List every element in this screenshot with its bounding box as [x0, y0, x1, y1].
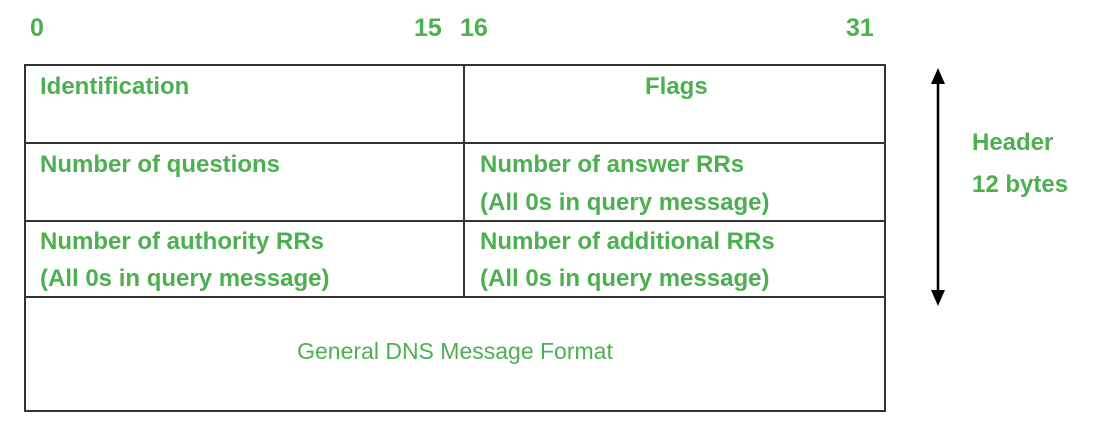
identification-field: Identification	[40, 73, 190, 100]
column-divider	[463, 66, 465, 298]
header-label-line1: Header	[972, 129, 1054, 156]
flags-field: Flags	[645, 73, 708, 100]
dns-header-table: Identification Flags Number of questions…	[24, 64, 886, 412]
answer-rrs-note: (All 0s in query message)	[480, 189, 770, 216]
additional-rrs-note: (All 0s in query message)	[480, 265, 770, 292]
additional-rrs-field: Number of additional RRs	[480, 228, 775, 255]
bit-label-31: 31	[846, 14, 874, 42]
row-divider	[26, 142, 884, 144]
header-label-line2: 12 bytes	[972, 171, 1069, 198]
bit-label-15: 15	[414, 14, 442, 42]
bit-label-16: 16	[460, 14, 488, 42]
header-size-label: Header 12 bytes	[972, 122, 1068, 206]
answer-rrs-field: Number of answer RRs	[480, 151, 745, 178]
questions-count-field: Number of questions	[40, 151, 281, 178]
diagram-caption: General DNS Message Format	[297, 338, 613, 364]
double-arrow-icon	[931, 68, 945, 306]
authority-rrs-note: (All 0s in query message)	[40, 265, 330, 292]
authority-rrs-field: Number of authority RRs	[40, 228, 325, 255]
bit-label-0: 0	[30, 14, 44, 42]
